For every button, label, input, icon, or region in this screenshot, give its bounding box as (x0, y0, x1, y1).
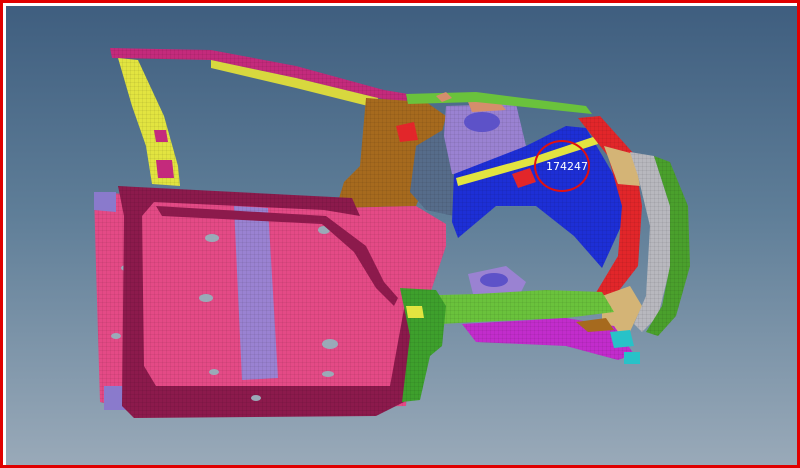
graphics-viewport[interactable]: 174247 (6, 6, 800, 468)
screenshot-frame: 174247 (0, 0, 800, 468)
vehicle-body-mesh[interactable] (6, 6, 800, 468)
a-pillar-upper[interactable] (118, 58, 180, 186)
node-id-label: 174247 (546, 160, 588, 173)
